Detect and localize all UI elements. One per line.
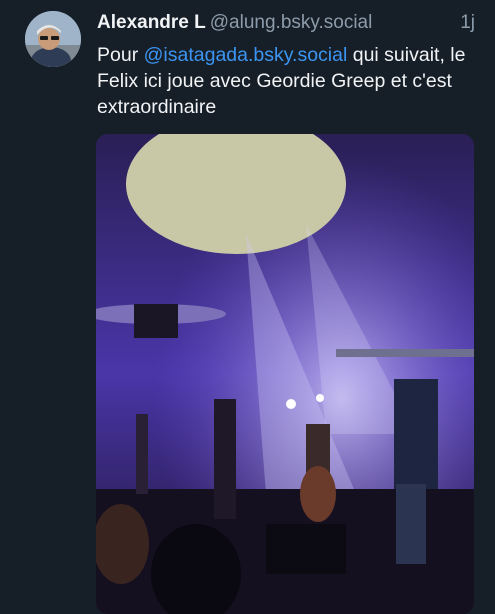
mention-link[interactable]: @isatagada.bsky.social — [144, 44, 348, 66]
post[interactable]: Alexandre L @alung.bsky.social 1j Pour @i… — [0, 0, 495, 614]
author-display-name[interactable]: Alexandre L — [97, 12, 206, 33]
author-handle[interactable]: @alung.bsky.social — [210, 12, 373, 33]
avatar-photo-icon — [25, 11, 81, 67]
post-timestamp[interactable]: 1j — [460, 12, 475, 34]
post-image[interactable] — [96, 134, 474, 614]
author-avatar[interactable] — [25, 11, 81, 67]
post-text-prefix: Pour — [97, 44, 144, 66]
post-text: Pour @isatagada.bsky.social qui suivait,… — [97, 42, 477, 120]
concert-photo-icon — [96, 134, 474, 614]
post-header: Alexandre L @alung.bsky.social 1j — [97, 12, 475, 38]
